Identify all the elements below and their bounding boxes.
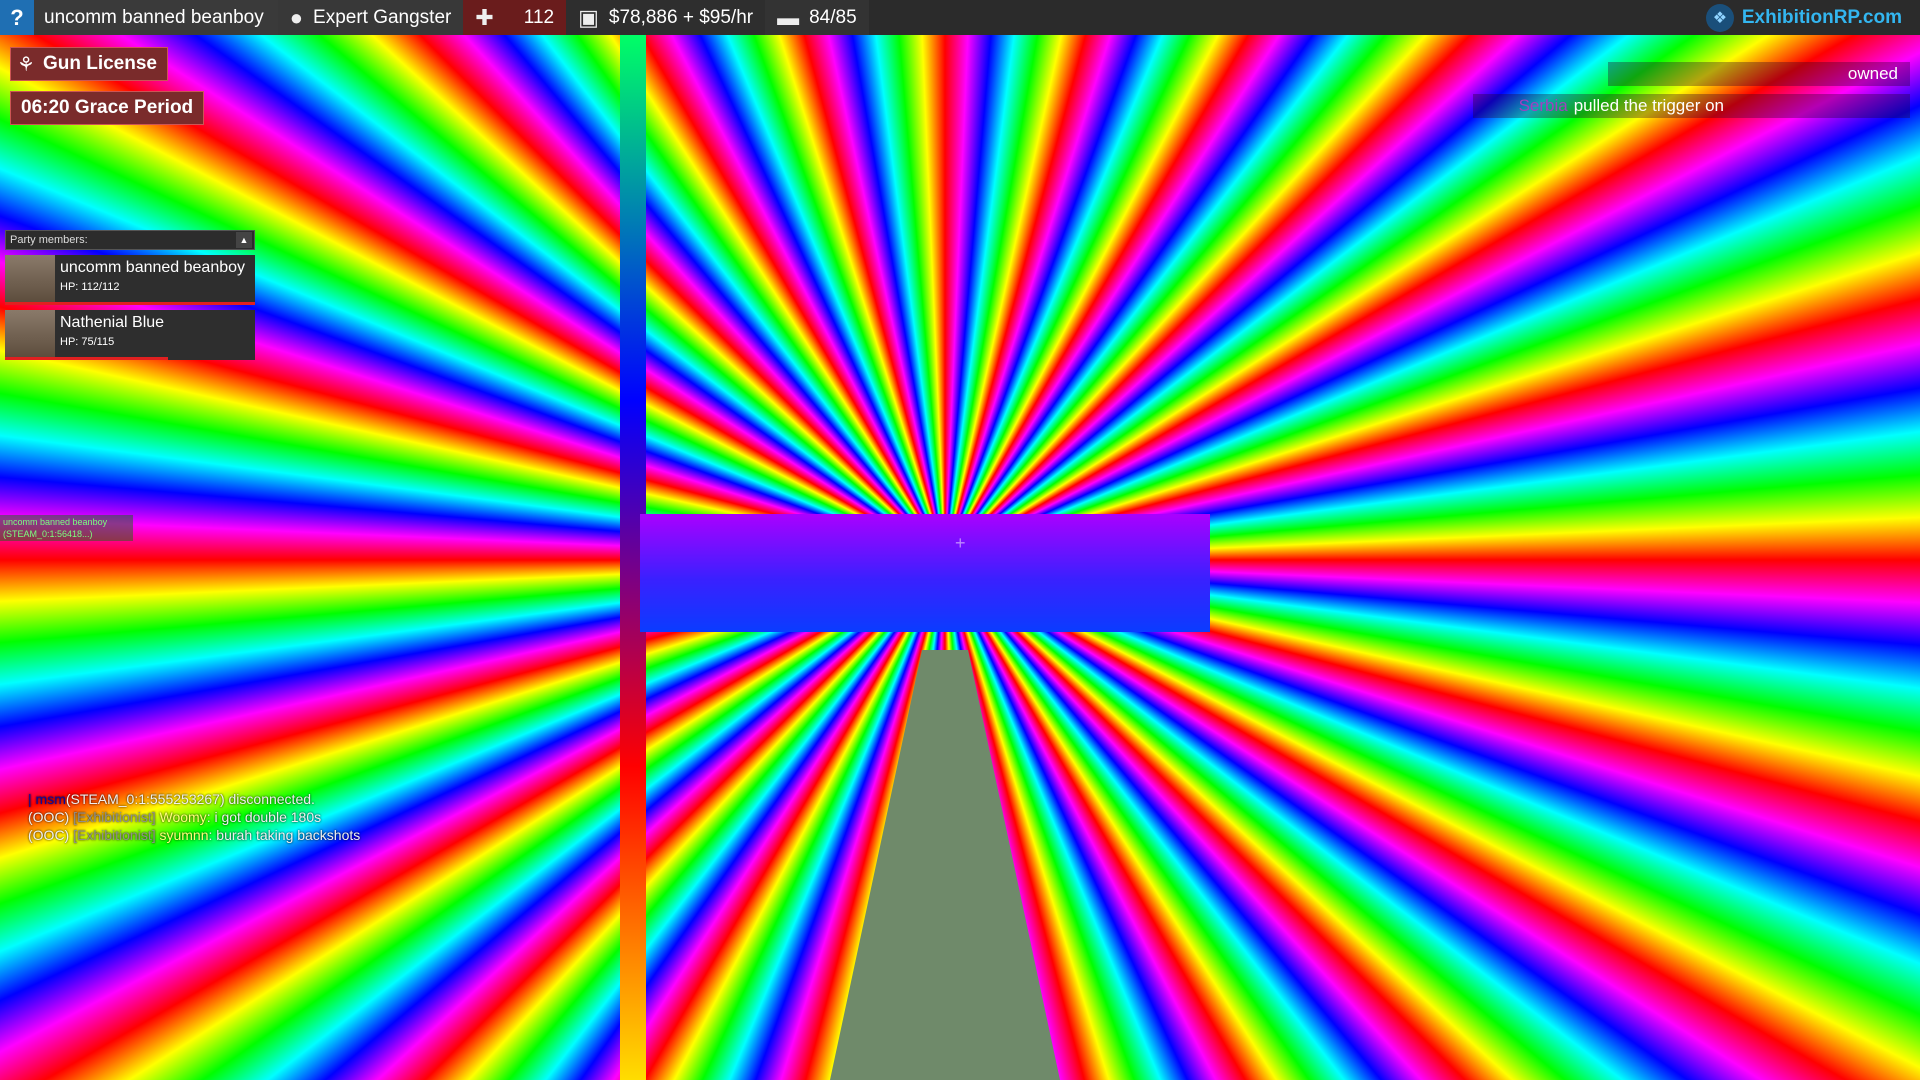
hunger-value: 84/85 [809, 6, 857, 28]
party-member: Nathenial Blue HP: 75/115 [5, 310, 255, 360]
logo-icon: ❖ [1705, 3, 1734, 32]
job-display: ● Expert Gangster [277, 0, 464, 35]
party-header-label: Party members: [10, 234, 88, 246]
world-tag-id: (STEAM_0:1:56418...) [3, 529, 93, 539]
chat-tag: [Exhibitionist] [73, 809, 156, 825]
world-name-tag: uncomm banned beanboy (STEAM_0:1:56418..… [0, 515, 133, 541]
world-tag-name: uncomm banned beanboy [3, 517, 108, 527]
member-hp-bar [5, 302, 255, 305]
health-cross-icon: ✚ [475, 4, 494, 30]
party-panel: Party members: ▲ uncomm banned beanboy H… [5, 230, 255, 360]
party-collapse-button[interactable]: ▲ [236, 232, 252, 248]
chat-name: msm [35, 791, 66, 807]
help-icon[interactable]: ? [0, 0, 34, 35]
world-prop-bar [640, 514, 1210, 632]
chat-prefix: (OOC) [28, 809, 74, 825]
chat-text: (STEAM_0:1:555253267) disconnected. [65, 791, 315, 807]
hunger-icon: ▬ [777, 4, 800, 30]
chat-name: syumnn [155, 827, 209, 843]
member-name: Nathenial Blue [60, 314, 165, 331]
member-hp: HP: 112/112 [60, 281, 120, 293]
gun-license-badge: ⚘ Gun License [10, 47, 168, 81]
chat-line: (OOC) [Exhibitionist] syumnn: burah taki… [28, 826, 360, 844]
killfeed-action: pulled the trigger on [1573, 96, 1724, 115]
avatar [5, 310, 55, 360]
top-hud-bar: ? uncomm banned beanboy ● Expert Gangste… [0, 0, 1920, 35]
chat-box: | msm(STEAM_0:1:555253267) disconnected.… [28, 790, 360, 844]
health-display: ✚ 112 [463, 0, 567, 35]
chat-tag: [Exhibitionist] [73, 827, 156, 843]
money-value: $78,886 + $95/hr [608, 6, 754, 28]
person-icon: ● [289, 4, 304, 30]
chat-line: (OOC) [Exhibitionist] Woomy: i got doubl… [28, 808, 360, 826]
party-header: Party members: ▲ [5, 230, 255, 250]
avatar [5, 255, 55, 305]
killfeed: owned Serbia pulled the trigger on [1470, 62, 1910, 126]
health-value: 112 [523, 6, 555, 28]
player-name: uncomm banned beanboy [34, 0, 278, 35]
server-brand: ❖ ExhibitionRP.com [1705, 0, 1902, 35]
brand-label: ExhibitionRP.com [1741, 6, 1902, 28]
wallet-icon: ▣ [578, 4, 599, 30]
killfeed-row: Serbia pulled the trigger on [1473, 94, 1910, 118]
member-name: uncomm banned beanboy [60, 259, 246, 276]
money-display: ▣ $78,886 + $95/hr [566, 0, 766, 35]
chat-text: : i got double 180s [206, 809, 322, 825]
gun-license-label: Gun License [42, 53, 157, 74]
grace-period-badge: 06:20 Grace Period [10, 91, 205, 125]
job-label: Expert Gangster [313, 6, 452, 28]
member-hp: HP: 75/115 [60, 336, 115, 348]
chat-text: : burah taking backshots [208, 827, 361, 843]
killfeed-attacker: Serbia [1518, 96, 1568, 115]
party-member: uncomm banned beanboy HP: 112/112 [5, 255, 255, 305]
chat-prefix: | [28, 791, 36, 807]
chat-line: | msm(STEAM_0:1:555253267) disconnected. [28, 790, 360, 808]
chat-name: Woomy [155, 809, 207, 825]
hunger-display: ▬ 84/85 [765, 0, 869, 35]
killfeed-row: owned [1608, 62, 1910, 86]
gun-icon: ⚘ [17, 53, 35, 76]
chat-prefix: (OOC) [28, 827, 74, 843]
killfeed-action: owned [1847, 64, 1898, 83]
crosshair-icon: + [955, 533, 966, 553]
member-hp-bar [5, 357, 168, 360]
